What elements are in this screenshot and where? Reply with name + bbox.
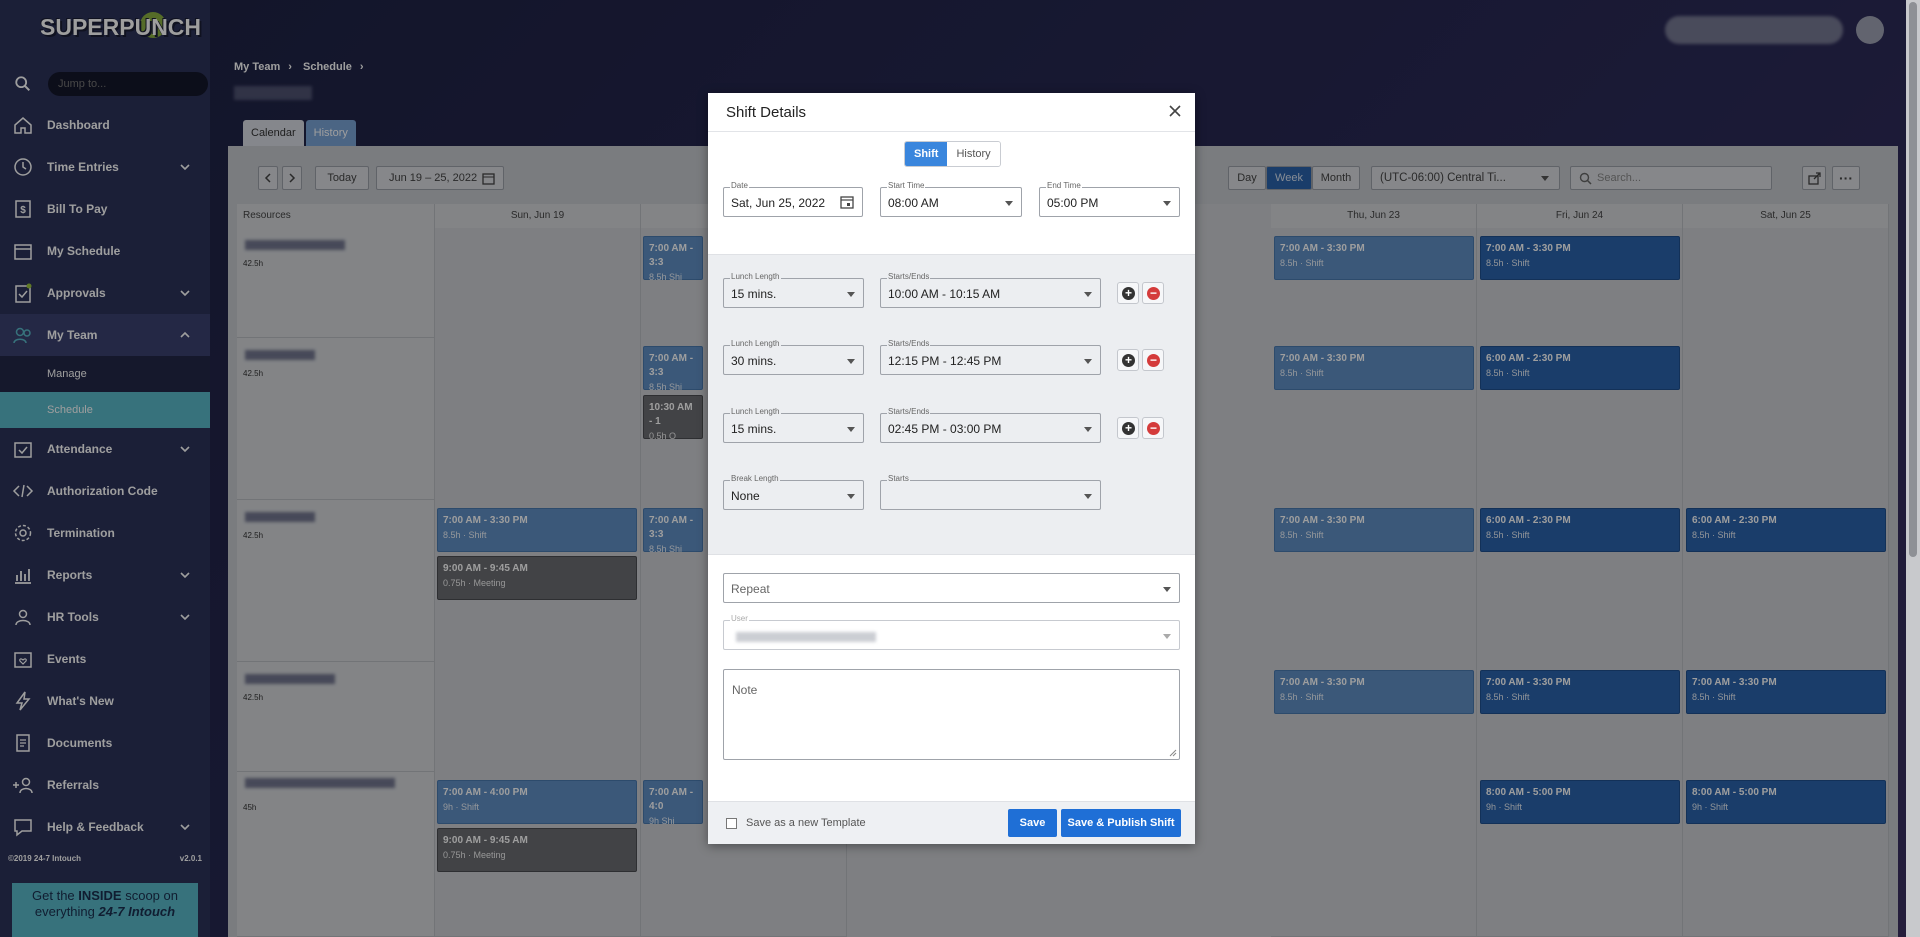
scrollbar-thumb[interactable] (1909, 2, 1917, 557)
field-label: Date (730, 181, 749, 191)
caret-down-icon (1084, 494, 1092, 499)
end-time-select[interactable]: End Time 05:00 PM (1039, 181, 1180, 217)
lunch-range-value: 12:15 PM - 12:45 PM (888, 354, 1002, 368)
add-lunch-button[interactable]: + (1117, 282, 1139, 304)
field-label: Start Time (887, 181, 926, 191)
field-label: Starts/Ends (887, 272, 931, 282)
minus-icon: − (1147, 287, 1160, 300)
user-value (736, 632, 876, 642)
field-label: Starts/Ends (887, 407, 931, 417)
lunch-break-section: Lunch Length 15 mins. Starts/Ends 10:00 … (708, 254, 1195, 555)
break-starts-select[interactable]: Starts (880, 474, 1101, 510)
caret-down-icon (847, 292, 855, 297)
lunch-range-value: 02:45 PM - 03:00 PM (888, 422, 1002, 436)
lunch-length-select[interactable]: Lunch Length 15 mins. (723, 272, 864, 308)
repeat-value: Repeat (731, 582, 770, 596)
field-label: User (730, 614, 749, 624)
add-lunch-button[interactable]: + (1117, 417, 1139, 439)
field-label: End Time (1046, 181, 1082, 191)
caret-down-icon (1163, 587, 1171, 592)
lunch-length-value: 30 mins. (731, 354, 777, 368)
minus-icon: − (1147, 422, 1160, 435)
minus-icon: − (1147, 354, 1160, 367)
lunch-range-value: 10:00 AM - 10:15 AM (888, 287, 1001, 301)
caret-down-icon (847, 494, 855, 499)
shift-details-dialog: Shift Details Shift History Date Sat, Ju… (708, 93, 1195, 844)
lunch-length-value: 15 mins. (731, 422, 777, 436)
save-publish-button[interactable]: Save & Publish Shift (1061, 809, 1181, 837)
save-button[interactable]: Save (1008, 809, 1057, 837)
repeat-select[interactable]: Repeat (723, 573, 1180, 603)
close-icon[interactable] (1167, 103, 1183, 119)
calendar-icon[interactable] (840, 195, 854, 209)
page-scrollbar[interactable] (1906, 0, 1920, 937)
lunch-starts-ends-select[interactable]: Starts/Ends 12:15 PM - 12:45 PM (880, 339, 1101, 375)
caret-down-icon (1084, 292, 1092, 297)
user-select[interactable]: User (723, 614, 1180, 650)
note-placeholder: Note (732, 683, 758, 697)
lunch-length-select[interactable]: Lunch Length 15 mins. (723, 407, 864, 443)
end-time-value: 05:00 PM (1047, 196, 1099, 210)
remove-lunch-button[interactable]: − (1142, 417, 1164, 439)
field-label: Lunch Length (730, 339, 781, 349)
caret-down-icon (1084, 427, 1092, 432)
resize-handle-icon[interactable] (1169, 749, 1177, 757)
plus-icon: + (1122, 287, 1135, 300)
field-label: Starts (887, 474, 910, 484)
remove-lunch-button[interactable]: − (1142, 349, 1164, 371)
field-label: Lunch Length (730, 272, 781, 282)
caret-down-icon (847, 427, 855, 432)
plus-icon: + (1122, 354, 1135, 367)
break-length-select[interactable]: Break Length None (723, 474, 864, 510)
date-field[interactable]: Date Sat, Jun 25, 2022 (723, 181, 863, 217)
lunch-starts-ends-select[interactable]: Starts/Ends 02:45 PM - 03:00 PM (880, 407, 1101, 443)
save-template-label[interactable]: Save as a new Template (746, 817, 866, 829)
save-template-checkbox[interactable] (726, 818, 737, 829)
caret-down-icon (1084, 359, 1092, 364)
tab-history[interactable]: History (947, 142, 1000, 166)
start-time-value: 08:00 AM (888, 196, 939, 210)
start-time-select[interactable]: Start Time 08:00 AM (880, 181, 1022, 217)
shift-history-toggle: Shift History (904, 141, 1001, 167)
note-textarea[interactable]: Note (723, 669, 1180, 760)
break-length-value: None (731, 489, 760, 503)
caret-down-icon (1163, 634, 1171, 639)
caret-down-icon (1163, 201, 1171, 206)
caret-down-icon (847, 359, 855, 364)
add-lunch-button[interactable]: + (1117, 349, 1139, 371)
field-label: Break Length (730, 474, 780, 484)
lunch-length-value: 15 mins. (731, 287, 777, 301)
plus-icon: + (1122, 422, 1135, 435)
caret-down-icon (1005, 201, 1013, 206)
dialog-footer: Save as a new Template Save Save & Publi… (708, 801, 1195, 844)
field-label: Starts/Ends (887, 339, 931, 349)
dialog-header: Shift Details (708, 93, 1195, 132)
remove-lunch-button[interactable]: − (1142, 282, 1164, 304)
dialog-title: Shift Details (726, 104, 807, 121)
field-label: Lunch Length (730, 407, 781, 417)
lunch-starts-ends-select[interactable]: Starts/Ends 10:00 AM - 10:15 AM (880, 272, 1101, 308)
tab-shift[interactable]: Shift (905, 142, 948, 166)
lunch-length-select[interactable]: Lunch Length 30 mins. (723, 339, 864, 375)
date-value: Sat, Jun 25, 2022 (731, 196, 826, 210)
